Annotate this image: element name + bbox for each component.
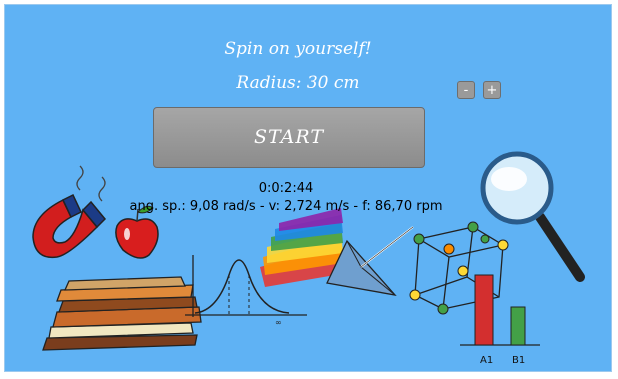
start-button[interactable]: START [153, 107, 425, 168]
bar-label-a1: A1 [480, 355, 493, 366]
bar-label-b1: B1 [512, 355, 525, 366]
page-title: Spin on yourself! [224, 39, 372, 59]
radius-label: Radius: 30 cm [236, 73, 360, 93]
speed-readout: ang. sp.: 9,08 rad/s - v: 2,724 m/s - f:… [129, 199, 443, 214]
prism-icon [260, 208, 414, 296]
app-screen: ∞ A1 B1 Spin on yourself! Radius: 30 cm … [4, 4, 612, 372]
decrease-radius-button[interactable]: - [457, 81, 475, 99]
books-icon [42, 276, 202, 351]
increase-radius-button[interactable]: + [483, 81, 501, 99]
timer-readout: 0:0:2:44 [258, 181, 314, 196]
magnifier-icon [480, 151, 585, 282]
curve-label: ∞ [275, 318, 282, 327]
